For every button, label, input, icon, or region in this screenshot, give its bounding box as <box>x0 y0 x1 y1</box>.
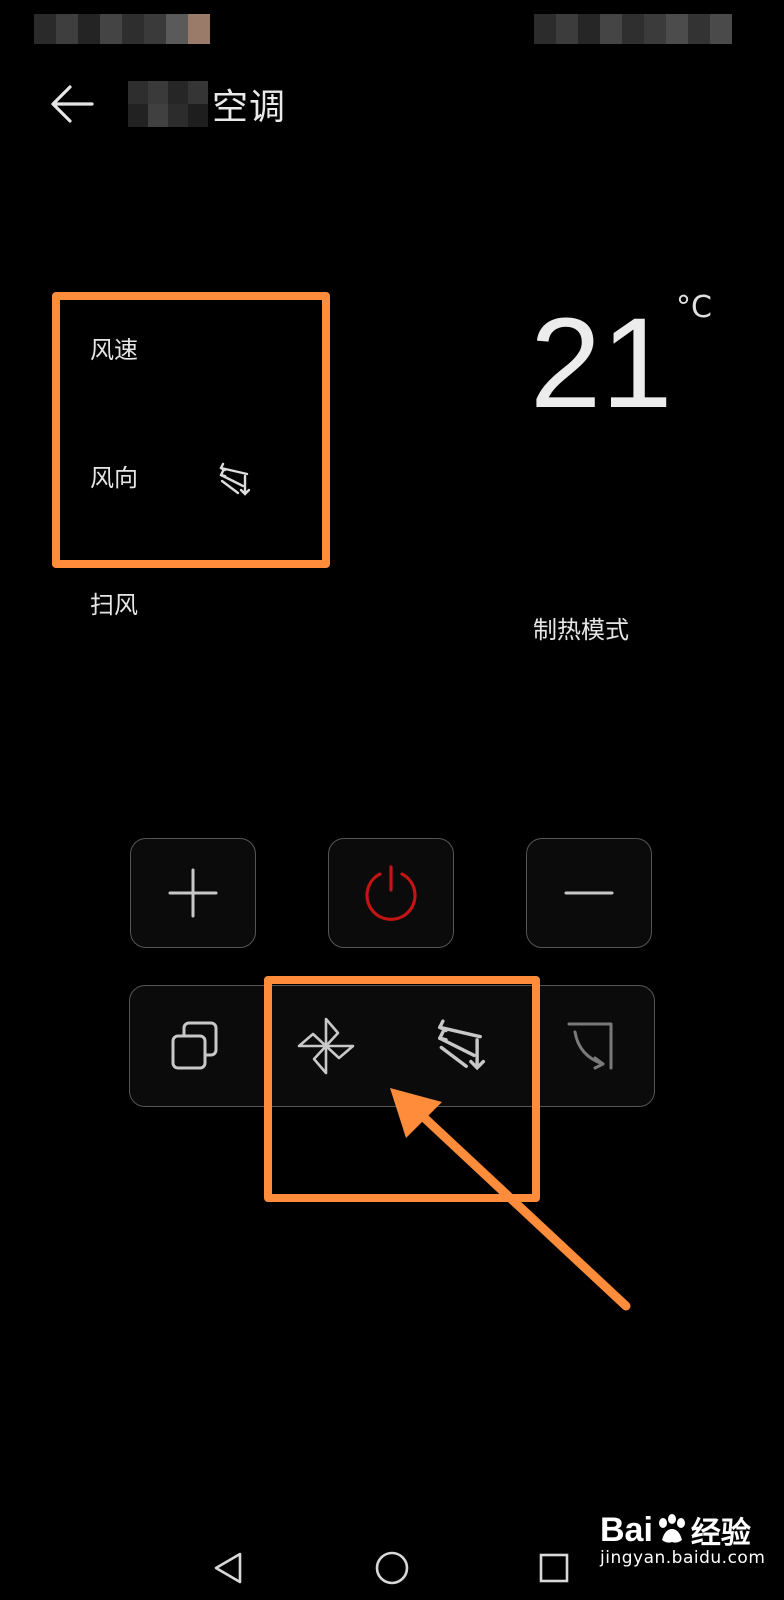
watermark-site: jingyan.baidu.com <box>600 1548 766 1568</box>
circle-home-icon <box>375 1551 409 1585</box>
square-recents-icon <box>539 1553 569 1583</box>
nav-home-button[interactable] <box>362 1538 422 1598</box>
watermark-brand-right: 经验 <box>690 1517 751 1550</box>
annotation-arrow <box>390 1088 631 1311</box>
paw-icon <box>658 1514 685 1543</box>
watermark-brand-left: Bai <box>600 1510 653 1549</box>
baidu-jingyan-watermark: Bai 经验 jingyan.baidu.com <box>600 1508 766 1569</box>
nav-recents-button[interactable] <box>524 1538 584 1598</box>
triangle-back-icon <box>214 1552 242 1584</box>
nav-back-button[interactable] <box>198 1538 258 1598</box>
